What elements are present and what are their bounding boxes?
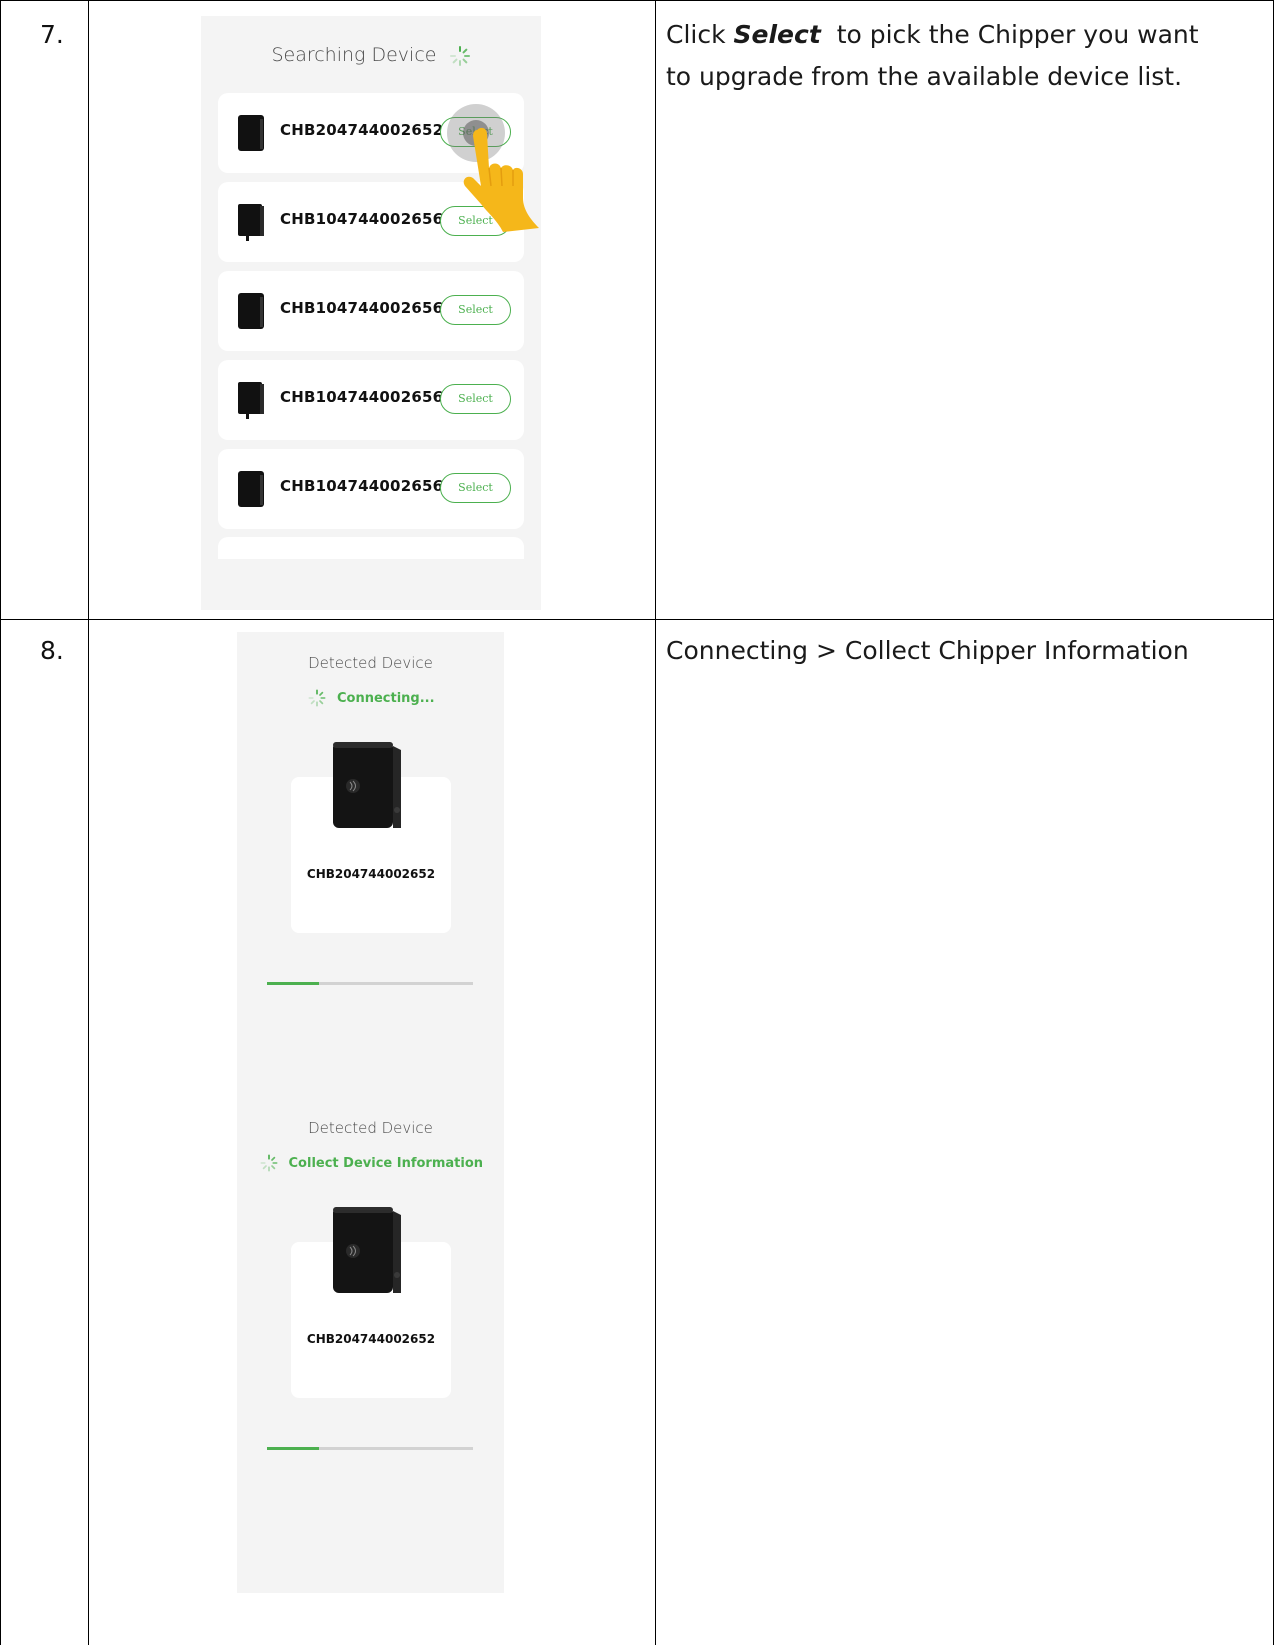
device-id: CHB104744002656 [280,299,444,317]
collect-info-screen: Detected Device Collect Device Informati… [237,1097,504,1593]
device-id: CHB104744002656 [280,210,444,228]
select-button[interactable]: Select [440,384,511,414]
progress-bar [267,1447,473,1450]
screen-title-text: Searching Device [271,44,437,66]
chipper-device-image [333,1207,401,1293]
device-list-item[interactable]: CHB104744002656 Select [218,449,524,529]
progress-bar-fill [267,982,319,985]
chipper-device-image [333,742,401,828]
loading-spinner-icon [449,45,471,67]
chipper-device-icon [238,471,264,507]
select-button[interactable]: Select [440,473,511,503]
table-left-border [0,0,1,1645]
loading-spinner-icon [260,1154,279,1173]
table-top-border [0,0,1274,1]
device-id: CHB204744002652 [306,1332,436,1346]
device-id: CHB104744002656 [280,388,444,406]
chipper-device-icon [238,293,264,329]
pointing-hand-icon [463,127,539,232]
step-instruction: Connecting > Collect Chipper Information [666,636,1189,665]
device-list-item[interactable]: CHB104744002656 Select [218,271,524,351]
loading-spinner-icon [308,689,327,708]
step-instruction: Click Select to pick the Chipper you wan… [666,14,1266,98]
chipper-device-icon [238,115,264,151]
instruction-rest: to pick the Chipper you want [820,20,1199,49]
screen-title: Detected Device [308,1119,433,1137]
step-number: 7. [40,20,64,49]
screen-title: Detected Device [308,654,433,672]
device-list-item-partial [218,537,524,559]
table-row-divider [0,619,1274,620]
device-id: CHB104744002656 [280,477,444,495]
status-text: Connecting... [336,690,435,706]
connection-status: Connecting... [237,687,504,709]
device-list-item[interactable]: CHB104744002656 Select [218,360,524,440]
table-col-divider-2 [655,0,656,1645]
chipper-device-icon [238,204,264,241]
device-id: CHB204744002652 [280,121,444,139]
instruction-prefix: Click [666,20,734,49]
instruction-line2: to upgrade from the available device lis… [666,62,1183,91]
connecting-screen: Detected Device Connecting... CHB2047440… [237,632,504,1097]
step-number: 8. [40,636,64,665]
screen-title: Searching Device [201,44,541,67]
connection-status: Collect Device Information [237,1152,504,1174]
instruction-emphasis: Select [733,20,821,49]
table-col-divider-1 [88,0,89,1645]
chipper-device-icon [238,382,264,419]
select-button[interactable]: Select [440,295,511,325]
device-id: CHB204744002652 [306,867,436,881]
status-text: Collect Device Information [288,1155,484,1171]
progress-bar [267,982,473,985]
searching-device-screen: Searching Device CHB204744002652 Select … [201,16,541,610]
progress-bar-fill [267,1447,319,1450]
